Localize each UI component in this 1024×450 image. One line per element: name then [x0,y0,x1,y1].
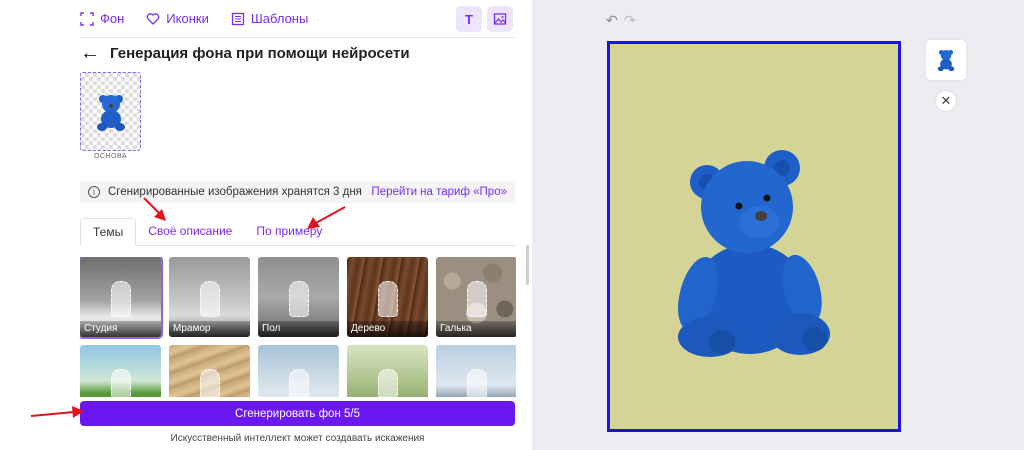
theme-marble[interactable]: Мрамор [169,257,250,337]
info-icon: i [88,186,100,198]
top-nav: Фон Иконки Шаблоны T [80,0,515,38]
theme-label: Студия [80,321,161,337]
theme-snow[interactable] [258,345,339,397]
nav-icons-label: Иконки [166,11,209,26]
annotation-arrow-by-example [307,206,346,229]
upgrade-link[interactable]: Перейти на тариф «Про» [371,186,507,198]
theme-label: Мрамор [169,321,250,337]
close-icon[interactable]: ✕ [936,91,956,111]
design-canvas[interactable] [607,41,901,432]
nav-templates-label: Шаблоны [250,11,309,26]
product-placeholder-icon [288,369,309,397]
theme-wood[interactable]: Дерево [347,257,428,337]
theme-floor[interactable]: Пол [258,257,339,337]
base-label: ОСНОВА [93,153,128,160]
theme-label: Галька [436,321,516,337]
theme-label: Дерево [347,321,428,337]
nav-icons[interactable]: Иконки [146,11,209,26]
ai-disclaimer: Искусственный интеллект может создавать … [170,433,425,444]
template-icon [231,12,244,25]
theme-meadow[interactable] [80,345,161,397]
back-arrow-icon[interactable]: ← [80,43,100,63]
undo-icon[interactable]: ↶ [606,12,618,29]
tab-themes[interactable]: Темы [80,218,137,246]
product-placeholder-icon [377,281,398,317]
text-tool-label: T [465,11,473,27]
image-icon [493,13,507,25]
image-tool-button[interactable] [487,6,513,32]
generate-background-button[interactable]: Сгенерировать фон 5/5 [80,401,515,426]
canvas-area: ↶ ↷ ✕ [532,0,1024,450]
product-placeholder-icon [110,369,131,397]
theme-forest[interactable] [347,345,428,397]
theme-studio[interactable]: Студия [80,257,163,339]
theme-label: Пол [258,321,339,337]
product-placeholder-icon [110,281,131,317]
base-image-thumbnail[interactable] [80,72,141,151]
page-thumbnail[interactable] [926,40,966,80]
nav-background-label: Фон [100,11,125,26]
theme-pebbles[interactable]: Галька [436,257,516,337]
annotation-arrow-own-description [143,197,166,221]
product-placeholder-icon [466,369,487,397]
teddy-bear-thumbnail-icon [937,50,955,72]
annotation-arrow-generate [30,406,84,418]
redo-icon[interactable]: ↷ [624,12,636,29]
page-header: ← Генерация фона при помощи нейросети [80,43,410,63]
nav-templates[interactable]: Шаблоны [231,11,309,26]
theme-sand[interactable] [169,345,250,397]
crop-frame-icon [80,11,94,26]
heart-icon [147,12,160,25]
scrollbar[interactable] [526,245,529,285]
teddy-bear-icon [96,94,125,131]
left-panel: Фон Иконки Шаблоны T ← Генерация фона пр… [0,0,532,450]
theme-mountains[interactable] [436,345,516,397]
product-placeholder-icon [199,369,220,397]
page-title: Генерация фона при помощи нейросети [110,44,410,62]
nav-background[interactable]: Фон [80,11,124,26]
product-placeholder-icon [288,281,309,317]
text-tool-button[interactable]: T [456,6,482,32]
teddy-bear-image [678,150,830,357]
themes-grid: Студия Мрамор Пол Дерево Галька [80,257,516,397]
product-placeholder-icon [466,281,487,317]
product-placeholder-icon [199,281,220,317]
product-placeholder-icon [377,369,398,397]
